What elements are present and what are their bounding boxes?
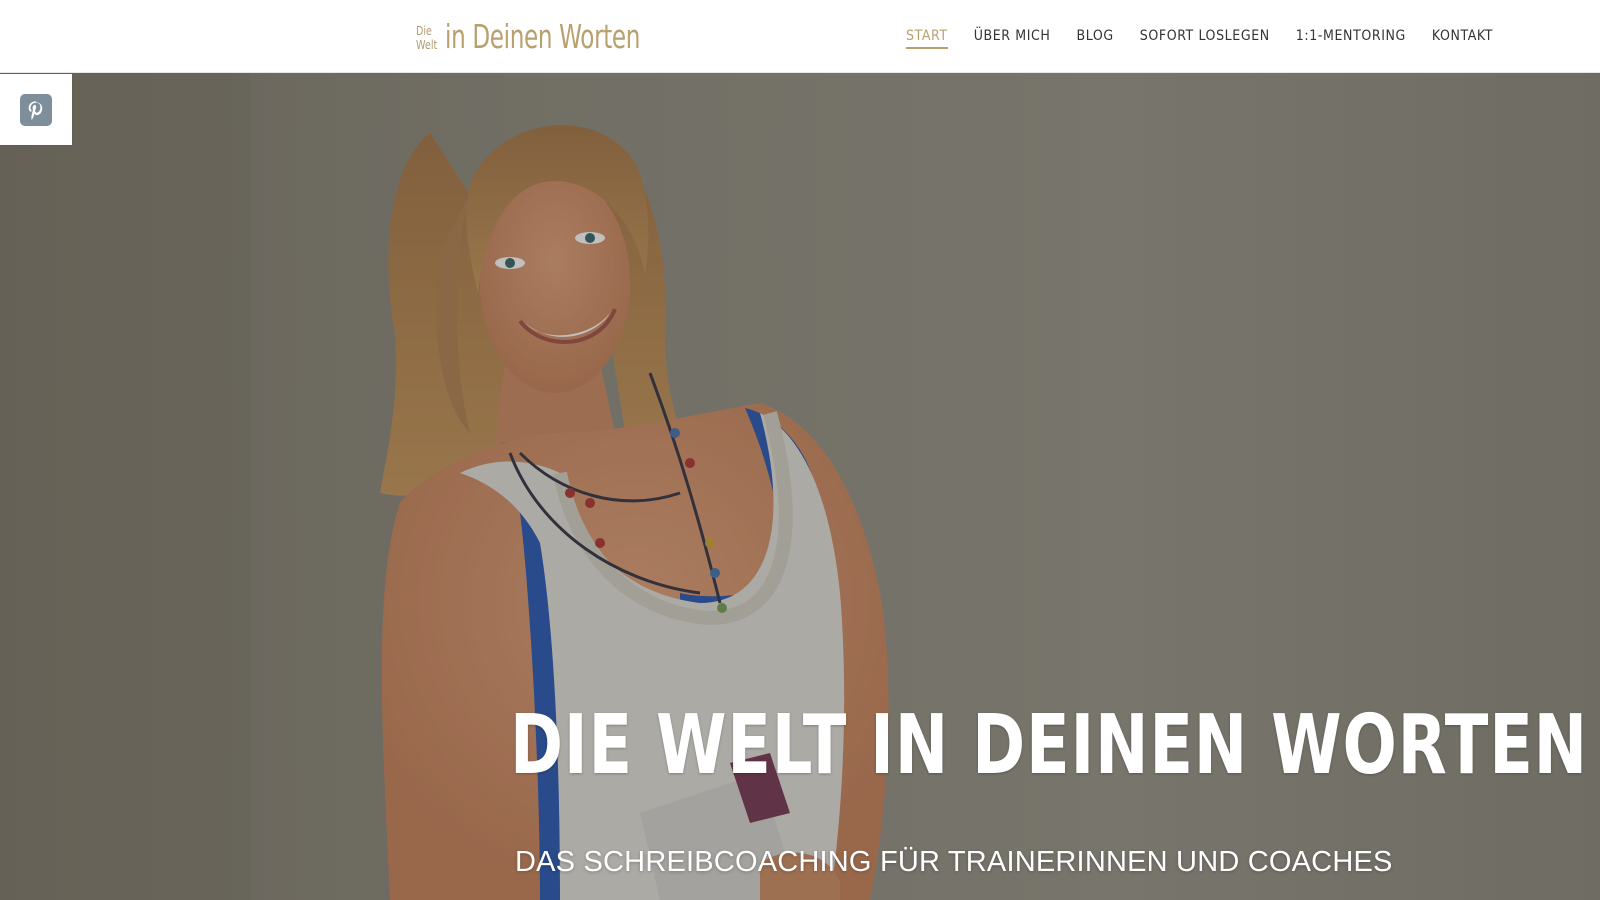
logo-main-text: in Deinen Worten <box>444 16 640 56</box>
site-logo[interactable]: Die Welt in Deinen Worten <box>416 14 723 58</box>
nav-item-sofort-loslegen[interactable]: SOFORT LOSLEGEN <box>1140 24 1270 49</box>
main-navigation: START ÜBER MICH BLOG SOFORT LOSLEGEN 1:1… <box>880 0 1493 73</box>
logo-small-line2: Welt <box>416 37 438 52</box>
hero-section: DIE WELT IN DEINEN WORTEN DAS SCHREIBCOA… <box>0 73 1600 900</box>
pinterest-share-button[interactable] <box>0 74 72 145</box>
hero-subtitle: DAS SCHREIBCOACHING FÜR TRAINERINNEN UND… <box>515 846 1393 878</box>
hero-title: DIE WELT IN DEINEN WORTEN <box>510 698 1588 793</box>
nav-item-blog[interactable]: BLOG <box>1077 24 1114 49</box>
nav-item-ueber-mich[interactable]: ÜBER MICH <box>974 24 1051 49</box>
nav-item-mentoring[interactable]: 1:1-MENTORING <box>1296 24 1406 49</box>
logo-small-line1: Die <box>416 23 432 38</box>
pinterest-icon <box>20 93 52 126</box>
site-header: Die Welt in Deinen Worten START ÜBER MIC… <box>0 0 1600 73</box>
nav-item-kontakt[interactable]: KONTAKT <box>1432 24 1493 49</box>
logo-small-text: Die Welt <box>416 24 437 52</box>
nav-item-start[interactable]: START <box>906 24 948 49</box>
